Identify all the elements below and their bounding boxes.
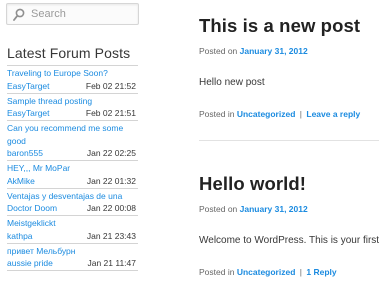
list-item: Traveling to Europe Soon? EasyTarget Feb… [7,65,138,94]
post-title[interactable]: This is a new post [199,15,379,37]
post-date-link[interactable]: January 31, 2012 [240,46,308,56]
post-meta: EasyTarget Feb 02 21:52 [7,80,138,93]
post-meta: baron555 Jan 22 02:25 [7,147,138,160]
post-date: Jan 21 11:47 [87,258,136,268]
sidebar: Latest Forum Posts Traveling to Europe S… [0,0,142,300]
thread-link[interactable]: Meistgeklickt [7,217,138,230]
thread-link[interactable]: Sample thread posting [7,95,138,108]
list-item: Sample thread posting EasyTarget Feb 02 … [7,94,138,121]
post-content: Hello new post [199,77,265,88]
post-divider [199,140,379,141]
post-date: Feb 02 21:51 [85,108,136,118]
category-link[interactable]: Uncategorized [237,109,296,119]
search-input[interactable] [31,8,131,20]
post-date: Jan 21 23:43 [86,230,136,241]
author-link[interactable]: Doctor Doom [7,202,57,215]
footer-separator: | [299,267,302,277]
post-date-link[interactable]: January 31, 2012 [240,204,308,214]
thread-link[interactable]: привет Мельбурн [7,245,138,258]
list-item: HEY,,, Mr MoPar AkMike Jan 22 01:32 [7,161,138,189]
search-icon [13,8,25,21]
post-title[interactable]: Hello world! [199,173,379,195]
list-item: Meistgeklickt kathpa Jan 21 23:43 [7,216,138,244]
author-link[interactable]: EasyTarget [7,80,50,93]
author-link[interactable]: aussie pride [7,257,53,270]
author-link[interactable]: baron555 [7,147,43,160]
post-meta: Doctor Doom Jan 22 00:08 [7,202,138,215]
post-meta: AkMike Jan 22 01:32 [7,175,138,188]
post-date: Jan 22 00:08 [86,203,136,213]
post-meta: aussie pride Jan 21 11:47 [7,257,138,270]
posted-in-label: Posted in [199,267,235,277]
posted-on-label: Posted on [199,46,238,56]
category-link[interactable]: Uncategorized [237,267,296,277]
thread-link[interactable]: HEY,,, Mr MoPar [7,162,138,175]
post-date: Feb 02 21:52 [85,80,136,91]
post-footer: Posted in Uncategorized | Leave a reply [199,109,379,119]
post-meta: EasyTarget Feb 02 21:51 [7,107,138,120]
search-box[interactable] [6,3,139,25]
posted-in-label: Posted in [199,109,235,119]
thread-link[interactable]: Traveling to Europe Soon? [7,67,138,80]
author-link[interactable]: kathpa [7,230,33,243]
thread-link[interactable]: Ventajas y desventajas de una [7,190,138,203]
thread-link[interactable]: Can you recommend me some good [7,122,138,147]
post-footer: Posted in Uncategorized | 1 Reply [199,267,379,277]
post-meta: kathpa Jan 21 23:43 [7,230,138,243]
reply-link[interactable]: Leave a reply [306,109,360,119]
footer-separator: | [299,109,302,119]
author-link[interactable]: EasyTarget [7,107,50,120]
list-item: привет Мельбурн aussie pride Jan 21 11:4… [7,244,138,271]
list-item: Ventajas y desventajas de una Doctor Doo… [7,189,138,216]
forum-posts-list: Traveling to Europe Soon? EasyTarget Feb… [7,65,138,271]
post-date: Jan 22 02:25 [86,148,136,158]
post-article: Hello world! Posted on January 31, 2012 … [199,173,379,277]
posted-on-label: Posted on [199,204,238,214]
author-link[interactable]: AkMike [7,175,35,188]
list-item: Can you recommend me some good baron555 … [7,121,138,161]
post-meta: Posted on January 31, 2012 [199,204,379,214]
main-content: This is a new post Posted on January 31,… [199,0,379,300]
post-date: Jan 22 01:32 [86,175,136,186]
reply-link[interactable]: 1 Reply [306,267,336,277]
widget-title: Latest Forum Posts [7,45,131,61]
post-meta: Posted on January 31, 2012 [199,46,379,56]
post-article: This is a new post Posted on January 31,… [199,15,379,119]
post-content: Welcome to WordPress. This is your first… [199,235,379,246]
